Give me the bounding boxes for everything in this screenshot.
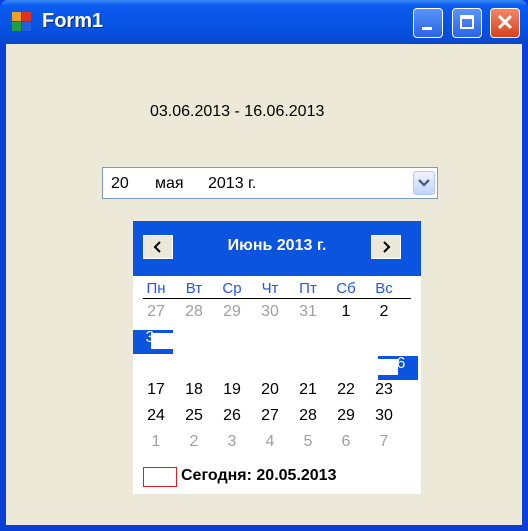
calendar-day[interactable]: 29 bbox=[219, 303, 245, 321]
calendar-day[interactable]: 2 bbox=[371, 303, 397, 321]
calendar-day[interactable]: 27 bbox=[257, 407, 283, 425]
calendar-day[interactable]: 30 bbox=[371, 407, 397, 425]
chevron-right-icon bbox=[383, 241, 391, 253]
calendar-day[interactable]: 17 bbox=[143, 381, 169, 399]
title-bar[interactable]: Form1 ✕ bbox=[0, 0, 528, 44]
date-picker-month[interactable]: мая bbox=[155, 175, 184, 193]
calendar-day[interactable]: 1 bbox=[333, 303, 359, 321]
calendar-day[interactable]: 7 bbox=[371, 433, 397, 451]
selected-range-label: 03.06.2013 - 16.06.2013 bbox=[150, 103, 325, 120]
calendar-day[interactable]: 1 bbox=[143, 433, 169, 451]
weekday-label: Чт bbox=[261, 280, 279, 297]
calendar-day[interactable]: 23 bbox=[371, 381, 397, 399]
weekday-label: Вс bbox=[375, 280, 393, 297]
calendar-day[interactable]: 18 bbox=[181, 381, 207, 399]
maximize-button[interactable] bbox=[452, 8, 482, 38]
dropdown-button[interactable] bbox=[413, 171, 435, 195]
month-calendar[interactable]: Июнь 2013 г. Пн Вт Ср Чт Пт Сб Вс 27 28 29 30 31 1 2… bbox=[133, 221, 421, 494]
weekday-label: Сб bbox=[336, 280, 356, 297]
calendar-day[interactable]: 4 bbox=[257, 433, 283, 451]
weekday-label: Пт bbox=[299, 280, 317, 297]
date-picker-year[interactable]: 2013 г. bbox=[208, 175, 256, 193]
calendar-day[interactable]: 6 bbox=[333, 433, 359, 451]
calendar-day[interactable]: 31 bbox=[295, 303, 321, 321]
today-label[interactable]: Сегодня: 20.05.2013 bbox=[181, 467, 336, 485]
calendar-day[interactable]: 3 bbox=[219, 433, 245, 451]
date-picker[interactable]: 20 мая 2013 г. bbox=[102, 167, 438, 199]
window-title: Form1 bbox=[42, 10, 104, 32]
minimize-button[interactable] bbox=[413, 8, 443, 38]
calendar-header: Июнь 2013 г. bbox=[133, 221, 421, 276]
calendar-day[interactable]: 20 bbox=[257, 381, 283, 399]
calendar-day[interactable]: 22 bbox=[333, 381, 359, 399]
calendar-day[interactable]: 28 bbox=[295, 407, 321, 425]
calendar-day[interactable]: 28 bbox=[181, 303, 207, 321]
app-icon[interactable] bbox=[12, 12, 32, 32]
calendar-day[interactable]: 5 bbox=[295, 433, 321, 451]
calendar-day[interactable]: 2 bbox=[181, 433, 207, 451]
calendar-day[interactable]: 24 bbox=[143, 407, 169, 425]
maximize-icon bbox=[460, 15, 474, 29]
chevron-down-icon bbox=[418, 179, 430, 187]
calendar-day[interactable]: 3 bbox=[137, 329, 163, 347]
next-month-button[interactable] bbox=[371, 235, 401, 259]
calendar-day[interactable]: 26 bbox=[219, 407, 245, 425]
weekday-label: Пн bbox=[146, 280, 166, 297]
calendar-day[interactable]: 6 bbox=[388, 355, 414, 373]
calendar-day[interactable]: 29 bbox=[333, 407, 359, 425]
form-window: Form1 ✕ 03.06.2013 - 16.06.2013 20 мая 2… bbox=[0, 0, 528, 531]
close-icon: ✕ bbox=[495, 10, 515, 35]
calendar-day[interactable]: 30 bbox=[257, 303, 283, 321]
calendar-day[interactable]: 21 bbox=[295, 381, 321, 399]
today-marker bbox=[143, 467, 177, 487]
weekday-label: Вт bbox=[185, 280, 203, 297]
weekday-label: Ср bbox=[222, 280, 242, 297]
calendar-day[interactable]: 27 bbox=[143, 303, 169, 321]
calendar-day[interactable]: 19 bbox=[219, 381, 245, 399]
window-bottom-border bbox=[0, 525, 528, 531]
date-picker-day[interactable]: 20 bbox=[111, 175, 129, 193]
weekday-divider bbox=[143, 298, 411, 299]
calendar-day[interactable]: 25 bbox=[181, 407, 207, 425]
close-button[interactable]: ✕ bbox=[490, 8, 520, 38]
minimize-icon bbox=[422, 27, 432, 30]
